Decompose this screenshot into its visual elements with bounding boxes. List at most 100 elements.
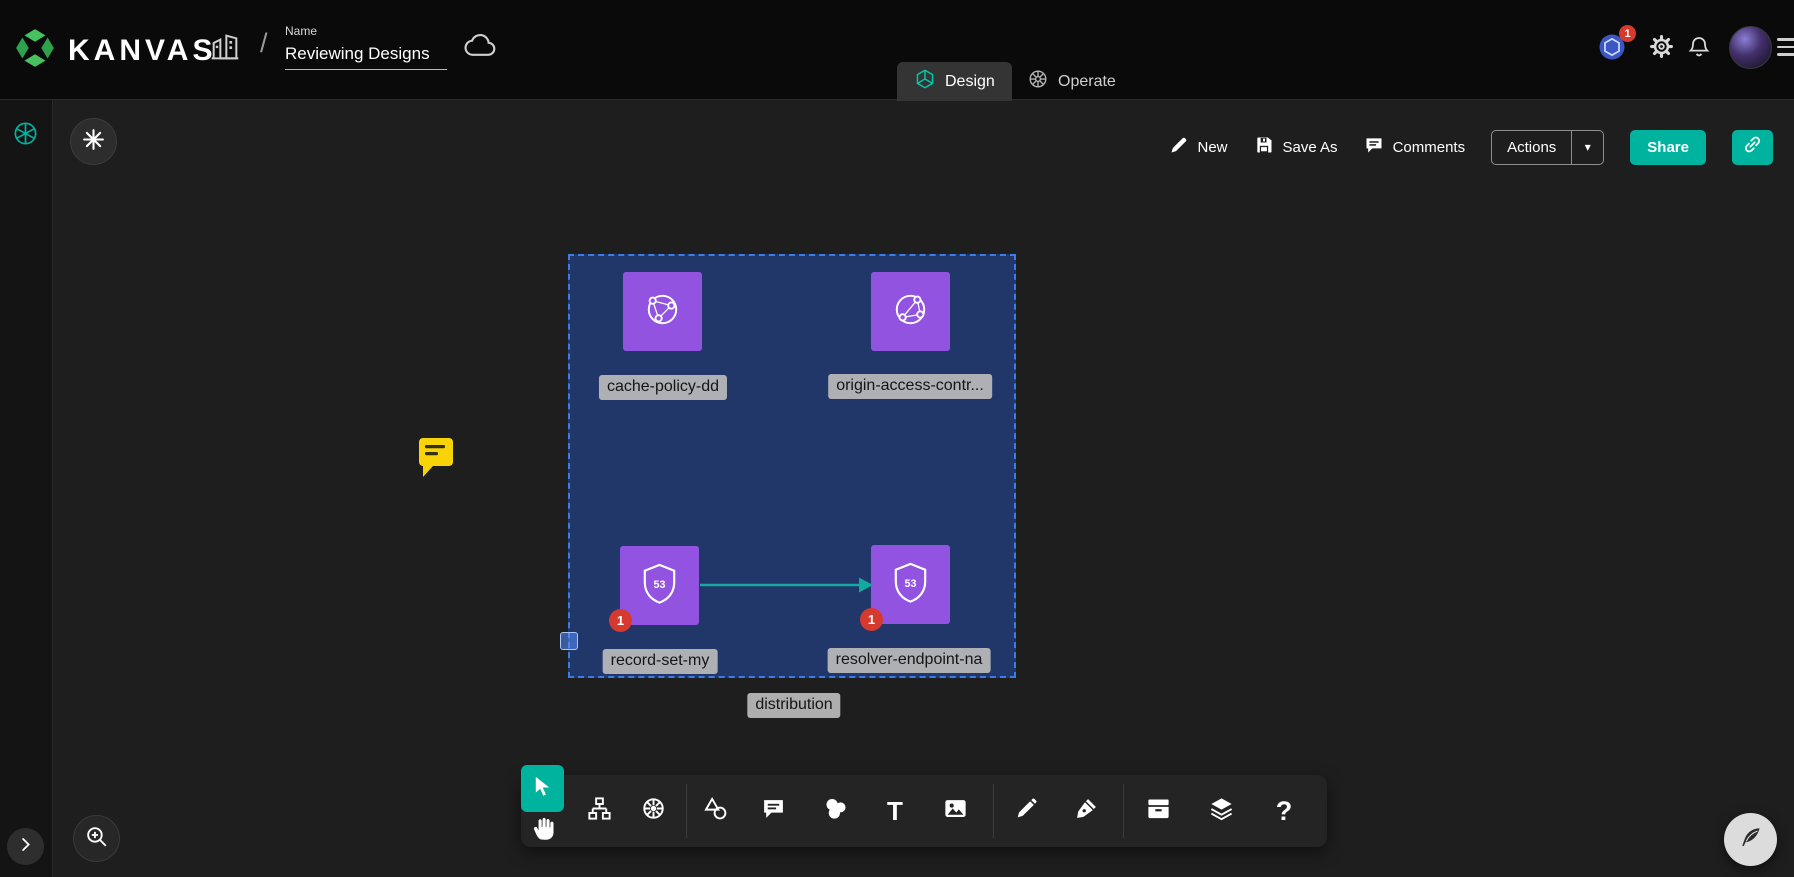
comment-icon xyxy=(761,796,786,826)
share-button[interactable]: Share xyxy=(1630,130,1706,165)
node-record-set[interactable]: 53 1 xyxy=(620,546,699,625)
text-tool-icon: T xyxy=(887,796,903,827)
design-name-input[interactable] xyxy=(285,41,447,70)
canvas-comment-marker[interactable] xyxy=(415,436,455,484)
meshery-rail-icon[interactable] xyxy=(12,120,39,152)
text-tool-button[interactable]: T xyxy=(873,789,917,833)
zoom-button[interactable] xyxy=(73,815,120,862)
pencil-icon xyxy=(1169,135,1189,159)
feedback-fab[interactable] xyxy=(1724,813,1777,866)
comments-label: Comments xyxy=(1393,139,1466,156)
app-header: KANVAS / Name xyxy=(0,0,1794,100)
design-action-bar: New Save As Co xyxy=(1169,128,1774,166)
copy-link-button[interactable] xyxy=(1732,130,1773,165)
helm-wheel-icon xyxy=(640,795,667,827)
node-origin-access-control[interactable] xyxy=(871,272,950,351)
components-drawer-button[interactable] xyxy=(1136,789,1180,833)
kanvas-app: KANVAS / Name xyxy=(0,0,1794,877)
design-name-label: Name xyxy=(285,24,447,38)
operate-tab-label: Operate xyxy=(1058,73,1116,91)
node-cache-policy[interactable] xyxy=(623,272,702,351)
hand-icon xyxy=(531,815,558,847)
whats-new-button[interactable] xyxy=(70,118,117,165)
operate-tab-icon xyxy=(1027,68,1049,95)
node-issue-badge[interactable]: 1 xyxy=(860,608,883,631)
help-icon: ? xyxy=(1276,796,1293,827)
tab-design[interactable]: Design xyxy=(897,62,1012,101)
user-avatar[interactable] xyxy=(1729,26,1772,69)
help-button[interactable]: ? xyxy=(1262,789,1306,833)
node-label: resolver-endpoint-na xyxy=(828,648,991,673)
zoom-in-icon xyxy=(84,824,109,854)
extensions-button[interactable]: 1 xyxy=(1593,30,1631,68)
new-design-label: New xyxy=(1198,139,1228,156)
settings-button[interactable] xyxy=(1642,30,1680,68)
comments-button[interactable]: Comments xyxy=(1364,135,1466,159)
actions-split-button: Actions ▾ xyxy=(1491,130,1604,165)
save-as-button[interactable]: Save As xyxy=(1254,135,1338,159)
cloudfront-origin-access-icon xyxy=(887,286,934,338)
save-icon xyxy=(1254,135,1274,159)
share-label: Share xyxy=(1647,139,1689,156)
cursor-icon xyxy=(531,775,554,803)
node-label: cache-policy-dd xyxy=(599,375,727,400)
chevron-right-icon xyxy=(16,835,35,859)
edge-record-to-resolver[interactable] xyxy=(699,574,875,596)
svg-text:53: 53 xyxy=(905,577,917,589)
design-tab-icon xyxy=(914,68,936,95)
actions-dropdown-button[interactable]: ▾ xyxy=(1571,131,1603,164)
pan-tool-button[interactable] xyxy=(530,817,558,845)
chevron-down-icon: ▾ xyxy=(1585,140,1591,154)
overflow-menu-icon[interactable] xyxy=(1777,38,1794,61)
comment-tool-button[interactable] xyxy=(751,789,795,833)
actions-button[interactable]: Actions xyxy=(1492,131,1571,164)
draw-tool-button[interactable] xyxy=(1004,789,1048,833)
route53-shield-icon: 53 xyxy=(887,559,934,611)
pencil-draw-icon xyxy=(1014,796,1039,826)
comments-icon xyxy=(1364,135,1384,159)
layers-panel-button[interactable] xyxy=(1199,789,1243,833)
tab-operate[interactable]: Operate xyxy=(1010,62,1133,101)
organization-button[interactable] xyxy=(206,30,244,68)
save-as-label: Save As xyxy=(1283,139,1338,156)
design-tab-label: Design xyxy=(945,73,995,91)
sticker-tool-button[interactable] xyxy=(813,789,857,833)
save-status-button[interactable] xyxy=(460,30,500,66)
breadcrumb-separator: / xyxy=(260,28,268,59)
dock-divider xyxy=(1123,784,1124,838)
shapes-icon xyxy=(702,795,729,827)
sparkle-icon xyxy=(81,127,106,157)
cloudfront-cache-policy-icon xyxy=(639,286,686,338)
quill-icon xyxy=(1738,824,1764,855)
node-issue-badge[interactable]: 1 xyxy=(609,609,632,632)
extensions-badge: 1 xyxy=(1619,25,1636,42)
cloud-icon xyxy=(463,33,498,64)
node-label: record-set-my xyxy=(603,649,718,674)
group-resize-handle[interactable] xyxy=(560,632,578,650)
selection-group-distribution[interactable]: cache-policy-dd origin-access-contr... 5… xyxy=(568,254,1016,678)
app-title: KANVAS xyxy=(68,34,216,68)
blob-shapes-icon xyxy=(822,795,849,827)
pen-tool-button[interactable] xyxy=(1064,789,1108,833)
node-resolver-endpoint[interactable]: 53 1 xyxy=(871,545,950,624)
kanvas-logo-icon xyxy=(14,27,56,74)
route53-shield-icon: 53 xyxy=(636,560,683,612)
comment-bubble-icon xyxy=(415,466,455,483)
image-tool-button[interactable] xyxy=(933,789,977,833)
tool-dock: T xyxy=(521,775,1327,847)
dock-divider xyxy=(686,784,687,838)
flowchart-tool-button[interactable] xyxy=(577,789,621,833)
kubernetes-tool-button[interactable] xyxy=(631,789,675,833)
notifications-button[interactable] xyxy=(1680,30,1718,68)
shapes-tool-button[interactable] xyxy=(693,789,737,833)
expand-sidebar-button[interactable] xyxy=(7,828,44,865)
layers-icon xyxy=(1208,795,1235,827)
select-tool-button[interactable] xyxy=(521,765,564,812)
bell-icon xyxy=(1687,35,1711,64)
new-design-button[interactable]: New xyxy=(1169,135,1228,159)
dock-divider xyxy=(993,784,994,838)
sitemap-icon xyxy=(586,795,613,827)
design-name-field: Name xyxy=(285,24,447,70)
drawer-icon xyxy=(1145,795,1172,827)
kanvas-logo[interactable]: KANVAS xyxy=(14,27,216,74)
